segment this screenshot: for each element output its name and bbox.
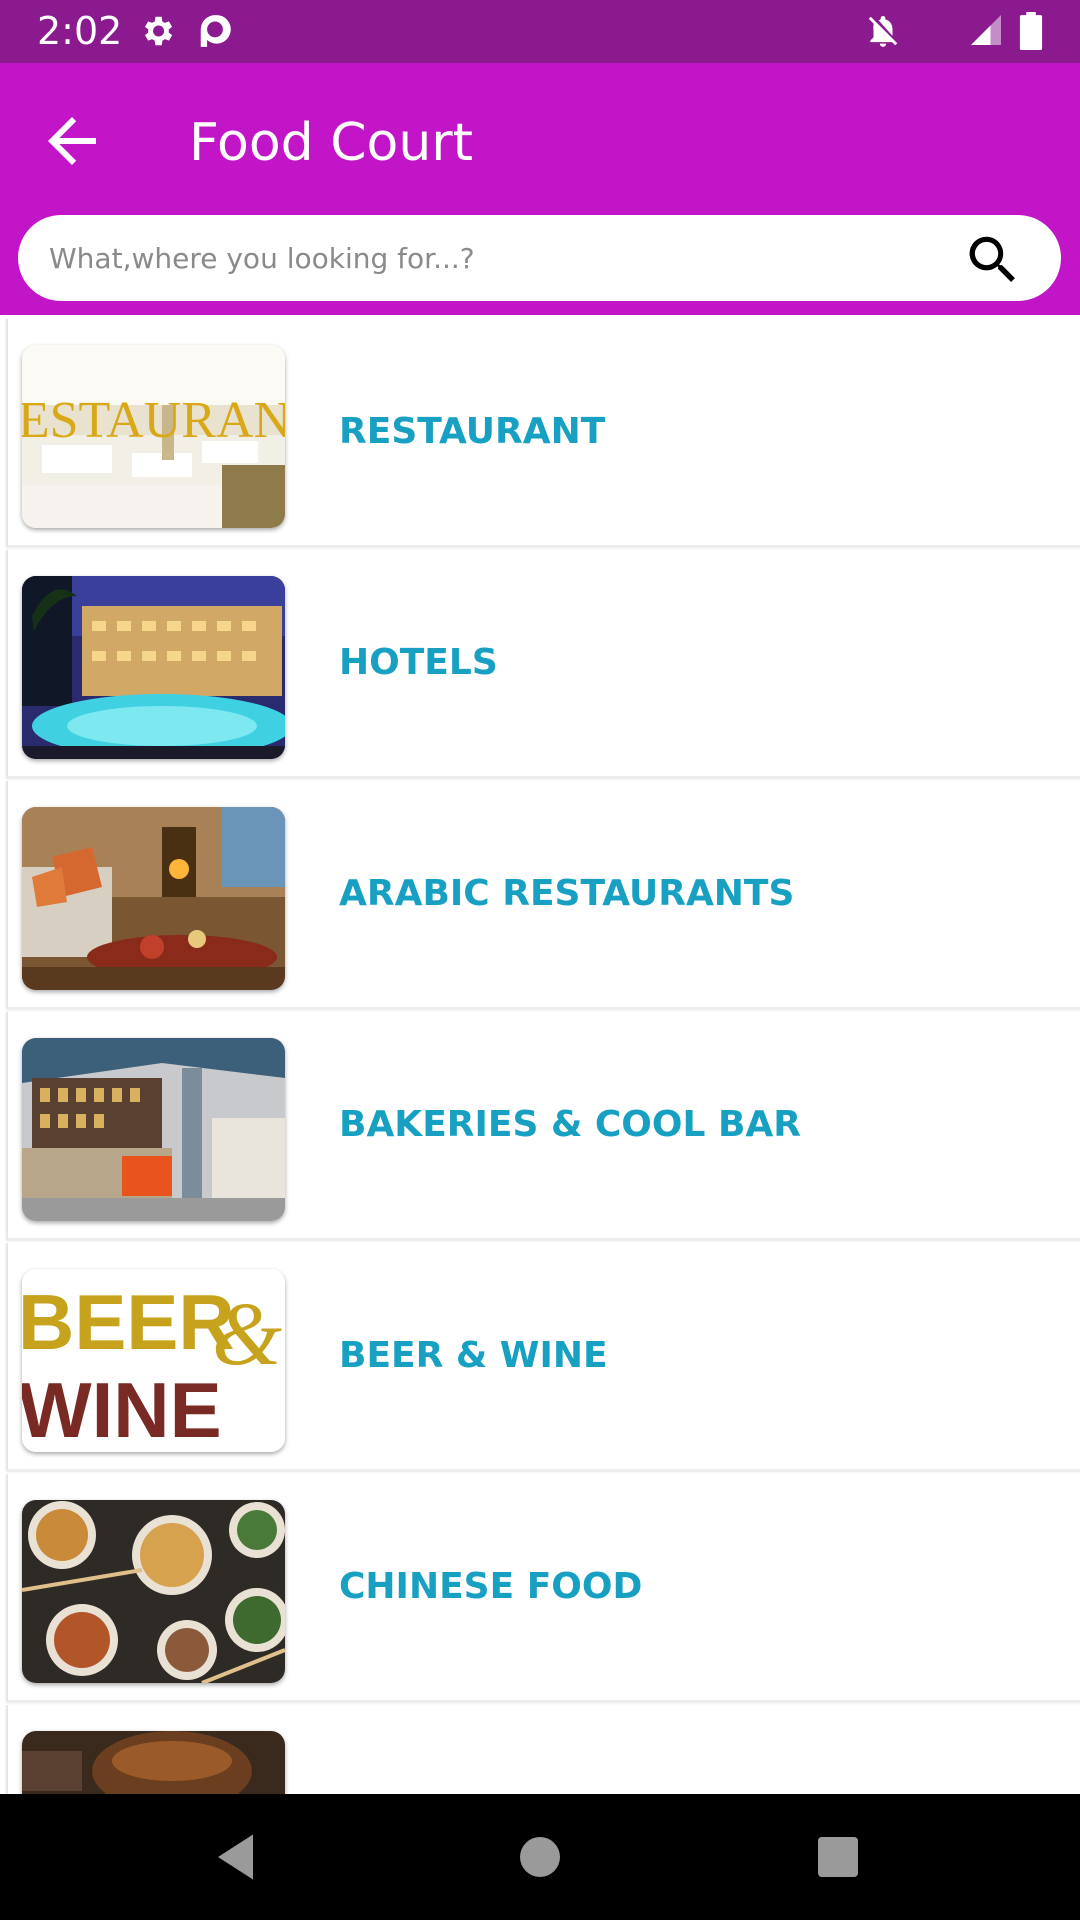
category-label: ARABIC RESTAURANTS — [339, 873, 795, 914]
recents-square-icon[interactable] — [808, 1827, 868, 1887]
bakery-image — [22, 1038, 285, 1221]
wine-image-text: WINE — [22, 1366, 222, 1452]
chinese-food-image — [22, 1500, 285, 1683]
pocket-casts-icon — [200, 15, 231, 47]
home-circle-icon[interactable] — [510, 1827, 570, 1887]
beer-wine-image: BEER & WINE — [22, 1269, 285, 1452]
battery-icon — [1019, 12, 1043, 50]
category-label: HOTELS — [339, 642, 498, 683]
list-item-bakeries-cool-bar[interactable]: BAKERIES & COOL BAR — [6, 1012, 1080, 1240]
restaurant-image: RESTAURANT — [22, 345, 285, 528]
notifications-off-icon — [868, 15, 898, 47]
spices-image — [22, 1731, 285, 1795]
beer-image-text: BEER — [22, 1278, 235, 1366]
category-label: BEER & WINE — [339, 1335, 608, 1376]
arrow-left-icon[interactable] — [36, 105, 108, 177]
list-item-partial[interactable] — [6, 1705, 1080, 1795]
list-item-hotels[interactable]: HOTELS — [6, 550, 1080, 778]
system-nav-bar — [0, 1794, 1080, 1920]
gear-icon — [144, 16, 173, 46]
app-bar: Food Court — [0, 63, 1080, 315]
search-input[interactable] — [49, 215, 929, 301]
category-label: RESTAURANT — [339, 411, 606, 452]
list-item-restaurant[interactable]: RESTAURANT RESTAURANT — [6, 319, 1080, 547]
arabic-restaurant-image — [22, 807, 285, 990]
status-bar: 2:02 — [0, 0, 1080, 63]
list-item-chinese-food[interactable]: CHINESE FOOD — [6, 1474, 1080, 1702]
search-icon[interactable] — [962, 229, 1024, 291]
back-triangle-icon[interactable] — [208, 1827, 268, 1887]
signal-icon — [971, 15, 1001, 45]
list-item-arabic-restaurants[interactable]: ARABIC RESTAURANTS — [6, 781, 1080, 1009]
ampersand-image-text: & — [212, 1285, 282, 1384]
hotel-pool-image — [22, 576, 285, 759]
category-label: CHINESE FOOD — [339, 1566, 643, 1607]
category-list: RESTAURANT RESTAURANT — [0, 315, 1080, 1795]
page-title: Food Court — [189, 113, 474, 173]
search-bar — [18, 215, 1061, 301]
category-label: BAKERIES & COOL BAR — [339, 1104, 802, 1145]
status-time: 2:02 — [37, 9, 123, 53]
restaurant-image-text: RESTAURANT — [22, 392, 285, 449]
list-item-beer-wine[interactable]: BEER & WINE BEER & WINE — [6, 1243, 1080, 1471]
